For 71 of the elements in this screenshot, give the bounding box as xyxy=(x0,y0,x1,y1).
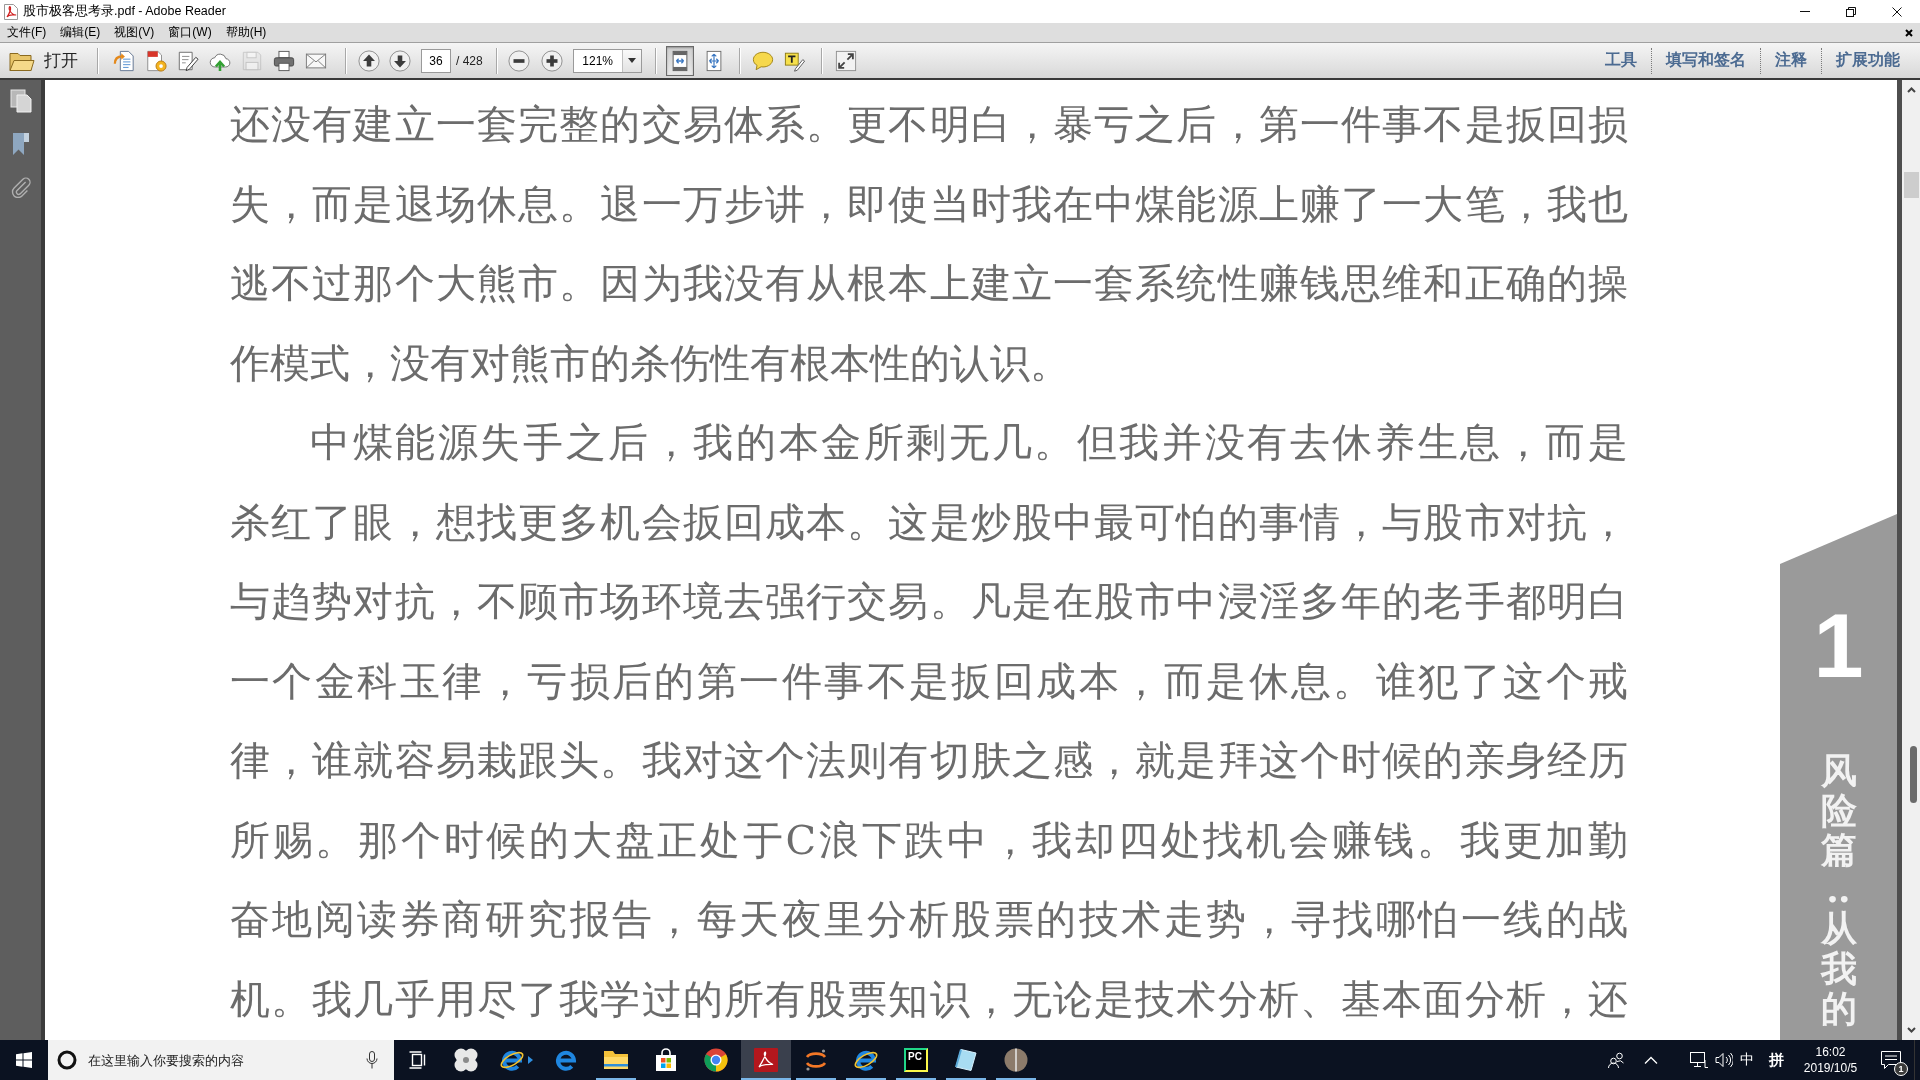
side-handle[interactable] xyxy=(1910,746,1917,803)
pages-icon xyxy=(9,89,32,113)
document-arrow-icon xyxy=(113,49,135,72)
menu-item[interactable]: 窗口(W) xyxy=(161,23,219,42)
volume-icon xyxy=(1715,1052,1733,1068)
chapter-title: 风险篇‥从我的 xyxy=(1820,751,1857,1029)
bookmark-icon xyxy=(11,132,30,156)
swirl-tile-icon xyxy=(754,1048,778,1072)
pinwheel-icon xyxy=(453,1047,479,1073)
menu-item[interactable]: 视图(V) xyxy=(107,23,162,42)
pane-tab[interactable]: 注释 xyxy=(1761,45,1821,76)
chevron-up-icon xyxy=(1644,1056,1658,1064)
shopping-bag-icon xyxy=(655,1048,677,1072)
page-total: / 428 xyxy=(456,53,483,68)
taskbar-app-button[interactable] xyxy=(741,1040,791,1080)
caret-icon xyxy=(627,58,636,63)
slanted-card-icon xyxy=(954,1048,978,1072)
four-panes-icon xyxy=(16,1052,32,1068)
page-field[interactable]: 36 xyxy=(421,48,451,73)
microphone-icon xyxy=(366,1051,378,1069)
clock-time: 16:02 xyxy=(1815,1044,1846,1060)
restore-icon xyxy=(1846,6,1856,17)
network-icon xyxy=(1690,1052,1708,1068)
minimize-icon xyxy=(1800,11,1810,12)
pane-tab[interactable]: 工具 xyxy=(1591,45,1651,76)
close-document-button[interactable] xyxy=(1905,28,1913,37)
zoom-in-icon xyxy=(540,49,563,72)
paragraph: 中煤能源失手之后，我的本金所剩无几。但我并没有去休养生息，而是 杀红了眼，想找更多机会扳回成本。这是炒股中最可怕的事情，与股市对抗， 与趋势对抗，不顾市场环境去强行交易。凡是在股市中浸淫多年的老手都明白 一个金科玉律，亏损后的第一件事不是扳回成本，而是休息。谁犯了这个戒 律，谁就容易栽跟头。我对这个法则有切肤之感，就是拜这个时候的亲身经历 所赐。那个时候的大盘正处于C浪下跌中，我却四处找机会赚钱。我更加勤 奋地阅读券商研究报告，每天夜里分析股票的技术走势，寻找哪怕一线的战 机。我几乎用尽了我学过的所有股票知识，无论是技术分析、基本面分析，还 xyxy=(230,418,1628,1024)
paperclip-icon xyxy=(9,176,32,198)
input-mode-button[interactable]: 中 xyxy=(1737,1040,1757,1080)
chevron-up-icon xyxy=(1906,87,1916,93)
scrollbar-thumb[interactable] xyxy=(1904,172,1919,198)
clock-date: 2019/10/5 xyxy=(1803,1060,1858,1076)
window-title: 股市极客思考录.pdf - Adobe Reader xyxy=(23,3,226,20)
folder-icon xyxy=(603,1049,629,1071)
close-icon xyxy=(1905,28,1913,37)
save-icon xyxy=(241,49,263,72)
menu-item[interactable]: 编辑(E) xyxy=(53,23,108,42)
menu-item[interactable]: 帮助(H) xyxy=(218,23,274,42)
input-method-button[interactable]: 拼 xyxy=(1764,1040,1788,1080)
task-view-icon xyxy=(408,1051,427,1069)
ring-icon xyxy=(57,1050,77,1070)
zoom-field[interactable]: 121% xyxy=(572,48,642,73)
fit-page-button[interactable] xyxy=(665,45,694,76)
arrow-down-icon xyxy=(389,49,411,72)
pane-tab[interactable]: 扩展功能 xyxy=(1822,45,1914,76)
segmented-circle-icon xyxy=(704,1048,728,1072)
document-gear-icon xyxy=(145,49,167,72)
chevron-down-icon xyxy=(1906,1027,1916,1033)
notification-badge: 1 xyxy=(1894,1062,1908,1076)
search-field[interactable]: 在这里输入你要搜索的内容 xyxy=(48,1040,394,1080)
paragraph: 还没有建立一套完整的交易体系。更不明白，暴亏之后，第一件事不是扳回损 失，而是退场休息。退一万步讲，即使当时我在中煤能源上赚了一大笔，我也 逃不过那个大熊市。因为我没有从根本上建立一套系统性赚钱思维和正确的操 作模式，没有对熊市的杀伤性有根本性的认识。 xyxy=(230,100,1628,388)
menu-item[interactable]: 文件(F) xyxy=(0,23,54,42)
caret-icon xyxy=(528,1056,533,1064)
pencil-document-icon xyxy=(177,49,199,72)
arrow-up-icon xyxy=(358,49,380,72)
pane-tab[interactable]: 填写和签名 xyxy=(1652,45,1760,76)
open-button[interactable]: 打开 xyxy=(4,45,84,76)
zoom-out-icon xyxy=(507,49,530,72)
expand-icon xyxy=(834,49,857,72)
speech-bubble-icon xyxy=(751,49,774,72)
round-picture-icon xyxy=(1004,1048,1028,1072)
app-logo: PC xyxy=(904,1048,928,1072)
print-icon xyxy=(273,49,295,72)
orbit-arcs-icon xyxy=(804,1048,828,1072)
people-icon xyxy=(1608,1052,1624,1068)
notifications-button[interactable]: 1 xyxy=(1868,1040,1914,1080)
pdf-document-icon xyxy=(4,3,18,20)
chapter-number: 1 xyxy=(1813,601,1864,691)
notification-icon xyxy=(1881,1051,1901,1069)
close-icon xyxy=(1892,6,1902,17)
